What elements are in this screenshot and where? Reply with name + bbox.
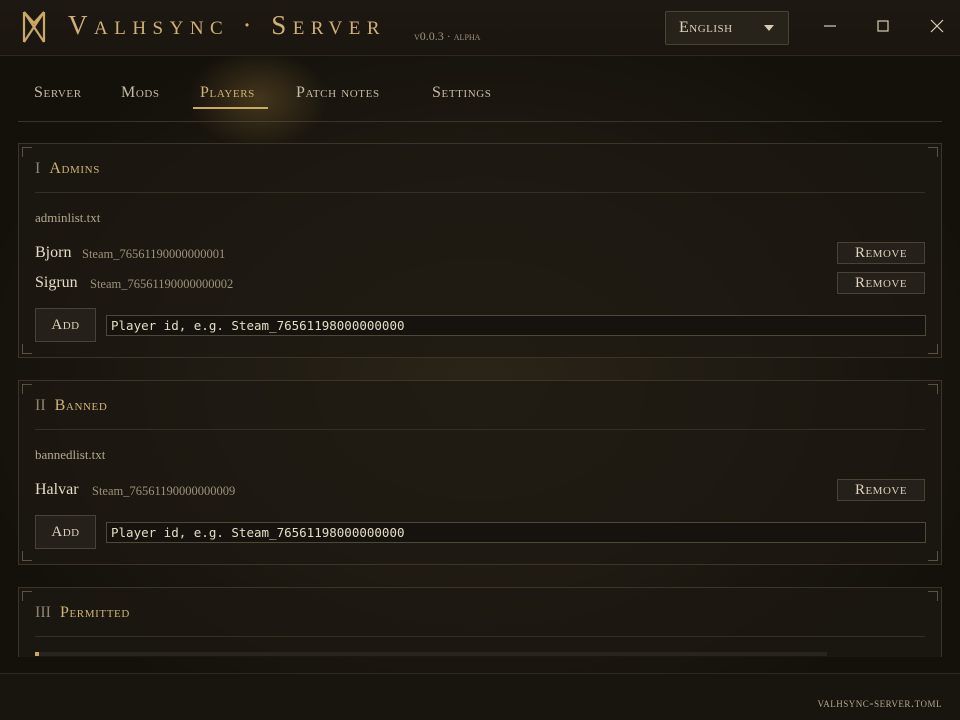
section-title: Admins	[49, 160, 100, 177]
close-button[interactable]	[923, 12, 951, 40]
panel-corner-ornament	[928, 384, 938, 394]
add-admin-button[interactable]: Add	[35, 308, 96, 342]
player-name: Bjorn	[35, 244, 72, 261]
panel-corner-ornament	[22, 344, 32, 354]
section-title: Banned	[54, 397, 108, 414]
remove-button[interactable]: Remove	[837, 272, 925, 294]
player-id: Steam_76561190000000009	[92, 484, 236, 498]
panel-corner-ornament	[22, 384, 32, 394]
version-label: v0.0.3 · alpha	[414, 29, 481, 43]
section-numeral: III	[35, 604, 51, 621]
status-footer: valhsync-server.toml	[0, 673, 960, 720]
tab-mods[interactable]: Mods	[121, 84, 160, 102]
panel-corner-ornament	[928, 147, 938, 157]
minimize-icon	[824, 25, 836, 27]
panel-corner-ornament	[928, 591, 938, 601]
language-selected-value: English	[679, 19, 733, 36]
tab-players[interactable]: Players	[200, 84, 255, 102]
language-select[interactable]: English	[665, 11, 789, 45]
remove-button[interactable]: Remove	[837, 242, 925, 264]
list-file-name: adminlist.txt	[35, 210, 101, 225]
list-file-name: bannedlist.txt	[35, 447, 106, 462]
tab-settings[interactable]: Settings	[432, 84, 492, 102]
permitted-content-edge	[35, 652, 827, 656]
tab-server[interactable]: Server	[34, 84, 82, 102]
player-row: Sigrun Steam_76561190000000002 Remove	[35, 272, 925, 296]
app-window: Valhsync · Server v0.0.3 · alpha English…	[0, 0, 960, 720]
panel-corner-ornament	[22, 591, 32, 601]
player-row: Bjorn Steam_76561190000000001 Remove	[35, 242, 925, 266]
player-id: Steam_76561190000000001	[82, 247, 226, 261]
remove-button[interactable]: Remove	[837, 479, 925, 501]
banned-id-input[interactable]	[106, 522, 926, 543]
permitted-content-accent	[35, 652, 39, 656]
player-id: Steam_76561190000000002	[90, 277, 234, 291]
tab-patch-notes[interactable]: Patch notes	[296, 84, 380, 102]
minimize-button[interactable]	[816, 12, 844, 40]
panel-corner-ornament	[22, 551, 32, 561]
active-tab-indicator	[193, 107, 268, 109]
tab-bar: Server Mods Players Patch notes Settings	[18, 56, 942, 151]
panel-header: I Admins	[35, 160, 100, 182]
title-bar[interactable]: Valhsync · Server v0.0.3 · alpha English	[0, 0, 960, 56]
player-row: Halvar Steam_76561190000000009 Remove	[35, 479, 925, 503]
panel-corner-ornament	[22, 147, 32, 157]
section-numeral: I	[35, 160, 41, 177]
divider	[35, 636, 925, 637]
active-tab-glow	[178, 56, 338, 151]
app-title: Valhsync · Server	[68, 10, 386, 40]
panel-corner-ornament	[928, 551, 938, 561]
divider	[35, 429, 925, 430]
permitted-panel: III Permitted	[18, 587, 942, 657]
close-icon	[930, 19, 944, 33]
admin-id-input[interactable]	[106, 315, 926, 336]
player-name: Halvar	[35, 481, 79, 498]
chevron-down-icon	[764, 25, 774, 31]
divider	[35, 192, 925, 193]
rune-logo-icon	[22, 11, 46, 43]
panel-corner-ornament	[928, 344, 938, 354]
add-banned-button[interactable]: Add	[35, 515, 96, 549]
banned-panel: II Banned bannedlist.txt Halvar Steam_76…	[18, 380, 942, 565]
config-file-label: valhsync-server.toml	[817, 695, 942, 710]
panel-header: III Permitted	[35, 604, 130, 626]
section-numeral: II	[35, 397, 46, 414]
maximize-button[interactable]	[869, 12, 897, 40]
admins-panel: I Admins adminlist.txt Bjorn Steam_76561…	[18, 143, 942, 358]
section-title: Permitted	[59, 604, 130, 621]
maximize-icon	[877, 20, 889, 32]
panel-header: II Banned	[35, 397, 107, 419]
player-name: Sigrun	[35, 274, 78, 291]
